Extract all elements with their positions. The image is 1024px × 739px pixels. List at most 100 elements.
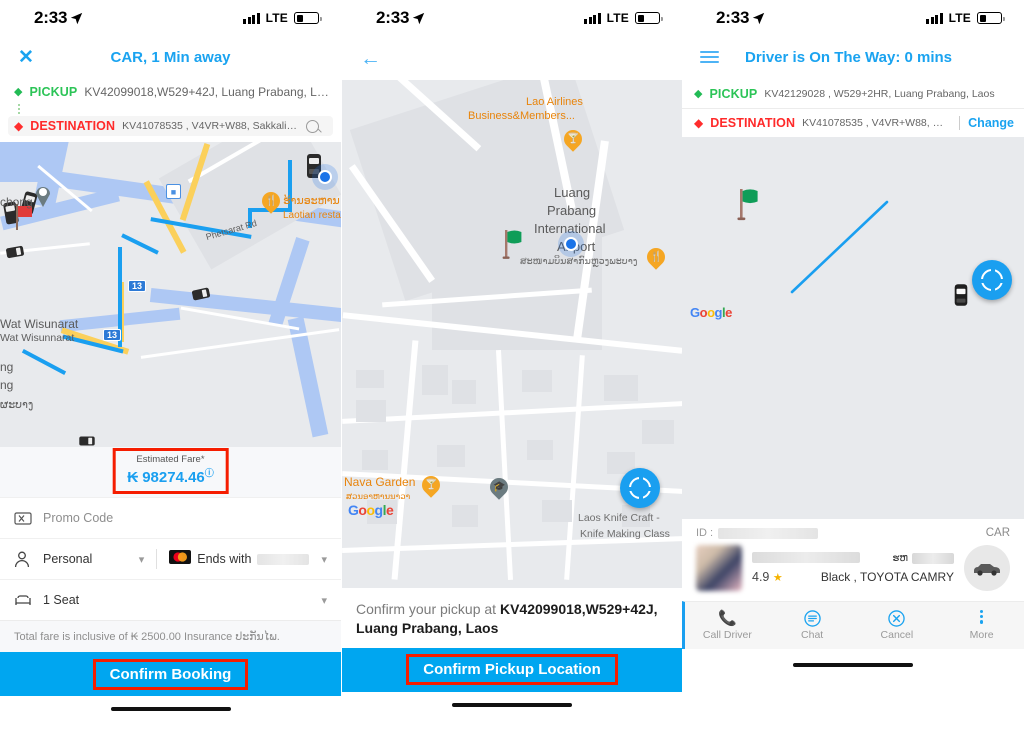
status-indicators: LTE (243, 11, 322, 25)
trip-status-title: Driver is On The Way: 0 mins (745, 48, 953, 66)
estimated-fare-box[interactable]: Estimated Fare* ₭ 98274.46ⓘ (112, 448, 229, 494)
confirm-booking-button[interactable]: Confirm Booking (92, 658, 249, 690)
signal-bars-icon (926, 12, 943, 24)
insurance-note: Total fare is inclusive of ₭ 2500.00 Ins… (0, 620, 341, 652)
chat-label: Chat (801, 629, 824, 641)
seat-icon (14, 593, 36, 607)
map-label: Luang (554, 185, 591, 200)
trip-actions-bar: 📞 Call Driver Chat Cancel More (682, 601, 1024, 649)
poi-bar-icon[interactable]: 🍸 (418, 472, 444, 500)
recenter-button[interactable] (620, 468, 660, 508)
cancel-action[interactable]: Cancel (855, 602, 940, 649)
map-screen1[interactable]: 🍴 ຮ້ານອະຫານ Laotian resta chong Wat Wisu… (0, 142, 341, 447)
location-arrow-icon (413, 12, 425, 24)
recenter-button[interactable] (972, 260, 1012, 300)
nav-bar-screen2: ← (342, 36, 682, 80)
pickup-row[interactable]: ◆ PICKUP KV42129028 , W529+2HR, Luang Pr… (682, 80, 1024, 109)
pickup-confirm-text: Confirm your pickup at KV42099018,W529+4… (342, 588, 682, 648)
pickup-row[interactable]: ◆ PICKUP KV42099018,W529+42J, Luang Prab… (0, 82, 341, 102)
confirm-booking-bar[interactable]: Confirm Booking (0, 652, 341, 696)
address-block-screen1: ◆ PICKUP KV42099018,W529+42J, Luang Prab… (0, 78, 341, 142)
seat-count-row[interactable]: 1 Seat ▾ (0, 579, 341, 620)
destination-marker-icon: ◆ (694, 116, 704, 130)
mastercard-icon (169, 549, 192, 569)
destination-marker-icon: ◆ (14, 119, 24, 133)
promo-ticket-icon (14, 511, 36, 525)
nav-bar-screen3: Driver is On The Way: 0 mins (682, 36, 1024, 78)
map-label: ng (0, 378, 14, 392)
map-screen3[interactable]: Google (682, 137, 1024, 519)
map-label: Wat Wisunnarat (0, 332, 75, 344)
ride-type-payment-row[interactable]: Personal ▾ Ends with ▾ (0, 538, 341, 579)
poi-museum-icon[interactable]: 🎓 (486, 474, 512, 502)
chat-action[interactable]: Chat (770, 602, 855, 649)
pickup-flag-icon (737, 189, 758, 221)
screen-pickup-confirm: 2:33 LTE ← Lao Airlines Business&Members… (341, 0, 682, 739)
estimated-fare-strip: Estimated Fare* ₭ 98274.46ⓘ (0, 447, 341, 497)
license-plate: ຮຫ (821, 552, 954, 564)
network-type-label: LTE (948, 11, 971, 25)
close-icon[interactable]: ✕ (18, 48, 34, 67)
divider (156, 549, 158, 569)
back-arrow-icon[interactable]: ← (360, 48, 381, 69)
status-time-label: 2:33 (376, 8, 410, 27)
promo-code-label: Promo Code (43, 511, 114, 525)
destination-address: KV41078535 , V4VR+W88, S... (802, 117, 949, 129)
cancel-label: Cancel (880, 629, 914, 641)
status-bar: 2:33 LTE (342, 0, 682, 36)
destination-row[interactable]: ◆ DESTINATION KV41078535 , V4VR+W88, S..… (682, 109, 1024, 137)
poi-bar-icon[interactable]: 🍸 (560, 126, 586, 154)
home-indicator (0, 696, 341, 722)
nav-bar-screen1: ✕ CAR, 1 Min away (0, 36, 341, 78)
confirm-pickup-button[interactable]: Confirm Pickup Location (406, 654, 618, 686)
search-icon[interactable] (306, 119, 319, 133)
fare-amount: 98274.46 (142, 469, 205, 486)
avatar (696, 545, 742, 591)
more-label: More (969, 629, 994, 641)
driver-card[interactable]: 4.9 ★ ຮຫ Black , TOYOTA CAMRY (682, 541, 1024, 601)
current-location-dot (564, 237, 578, 251)
chevron-down-icon[interactable]: ▾ (139, 553, 145, 566)
license-plate-prefix: ຮຫ (892, 552, 908, 564)
hamburger-icon[interactable] (700, 48, 719, 66)
pickup-label: PICKUP (709, 87, 758, 101)
pickup-flag-icon (502, 230, 522, 259)
car-marker-icon (6, 245, 24, 259)
destination-row[interactable]: ◆ DESTINATION KV41078535 , V4VR+W88, Sak… (8, 116, 333, 136)
chevron-down-icon[interactable]: ▾ (321, 594, 327, 607)
route-connector-dots (18, 104, 341, 114)
current-location-dot (318, 170, 332, 184)
call-driver-action[interactable]: 📞 Call Driver (685, 602, 770, 649)
driver-car-marker-icon (954, 284, 968, 306)
more-dots-icon (980, 610, 984, 627)
chat-icon (803, 610, 821, 627)
status-time: 2:33 (716, 8, 765, 28)
chevron-down-icon[interactable]: ▾ (321, 553, 327, 566)
bus-stop-icon: ■ (166, 184, 181, 199)
destination-label: DESTINATION (710, 116, 796, 130)
driver-rating: 4.9 ★ (752, 570, 811, 584)
change-destination-link[interactable]: Change (959, 116, 1014, 130)
driver-id-row: ID : CAR (682, 519, 1024, 541)
status-time: 2:33 (376, 8, 425, 28)
confirm-pickup-bar[interactable]: Confirm Pickup Location (342, 647, 682, 692)
pickup-marker-icon: ◆ (14, 85, 23, 98)
currency-symbol: ₭ (127, 469, 139, 486)
map-label: Knife Making Class (580, 528, 670, 540)
poi-restaurant-icon[interactable]: 🍴 (643, 244, 669, 272)
estimated-fare-value: ₭ 98274.46ⓘ (127, 466, 214, 486)
map-label: Nava Garden (344, 475, 416, 489)
driver-identity: 4.9 ★ (752, 552, 860, 584)
more-action[interactable]: More (939, 602, 1024, 649)
screen-driver-on-the-way: 2:33 LTE Driver is On The Way: 0 mins ◆ … (682, 0, 1024, 739)
map-screen2[interactable]: Lao Airlines Business&Members... 🍸 Luang… (342, 80, 682, 588)
map-label: International (534, 221, 606, 236)
promo-code-row[interactable]: Promo Code (0, 497, 341, 538)
fare-info-icon[interactable]: ⓘ (205, 468, 214, 478)
poi-restaurant-icon[interactable]: 🍴 (258, 188, 284, 216)
map-label: Business&Members... (468, 110, 575, 122)
driver-id-label: ID : (696, 527, 714, 539)
map-label: ຜະບາງ (0, 399, 34, 411)
call-driver-label: Call Driver (702, 629, 752, 641)
pickup-address: KV42099018,W529+42J, Luang Prabang, La..… (84, 85, 331, 99)
